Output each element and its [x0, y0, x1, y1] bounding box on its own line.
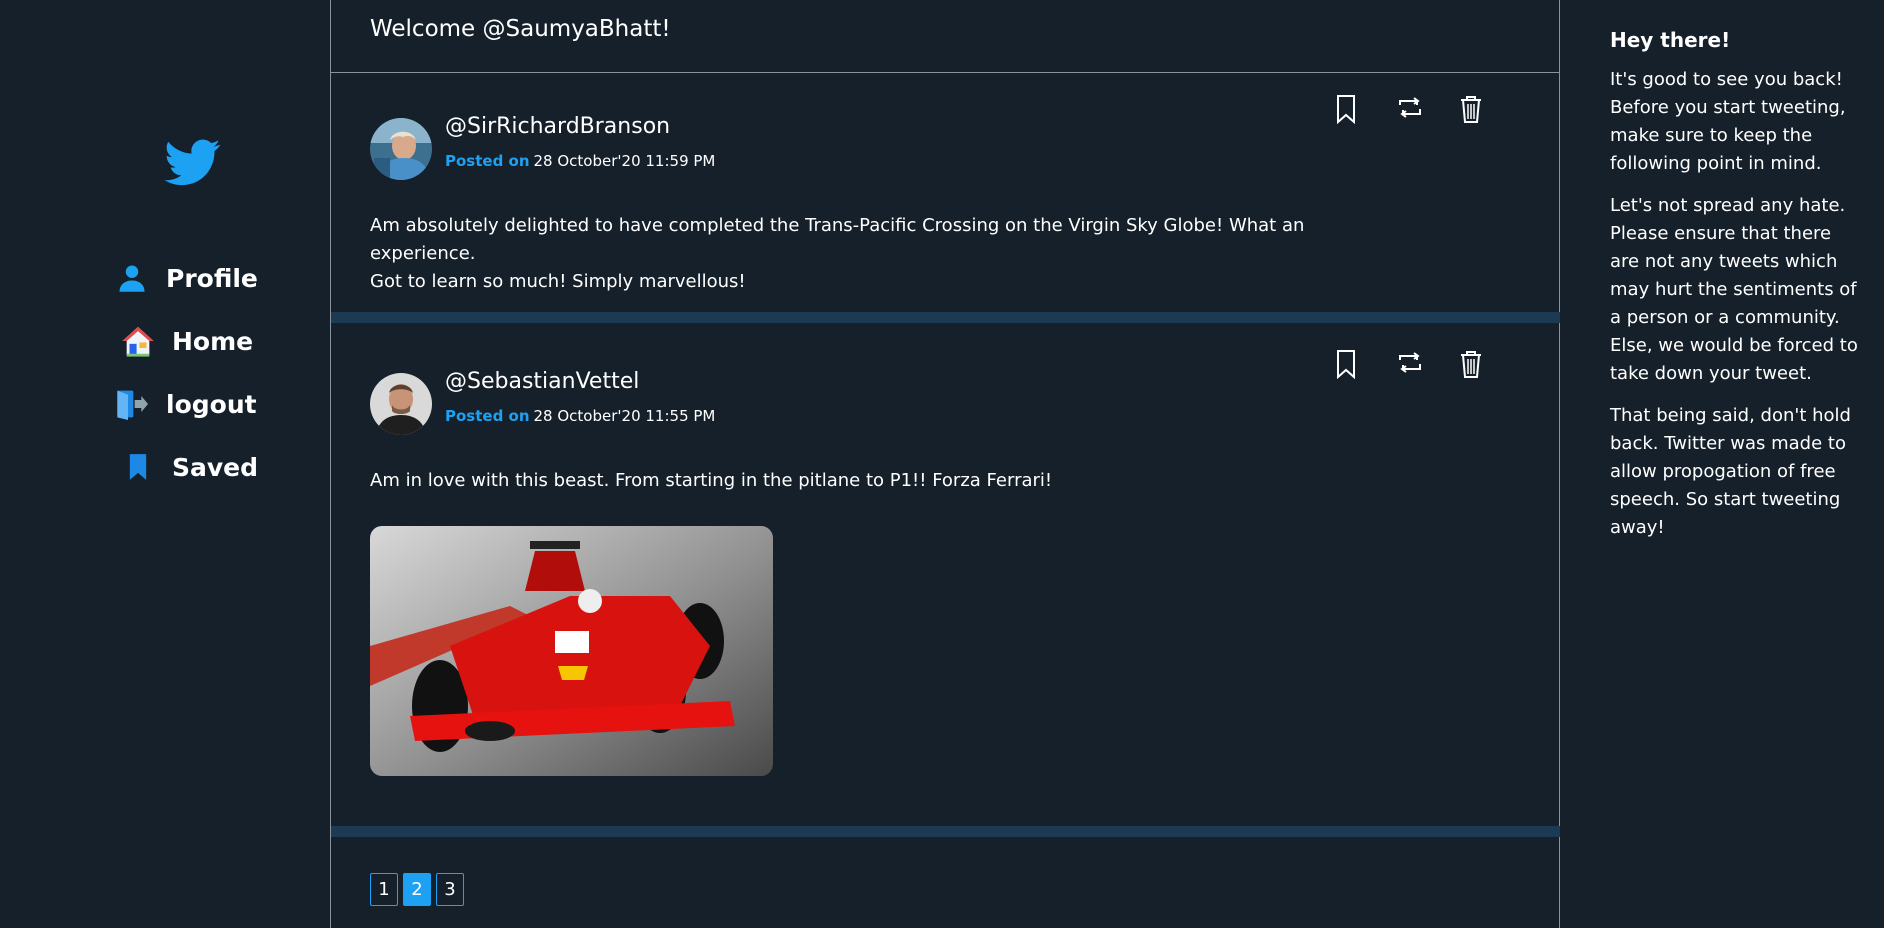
pagination: 1 2 3 — [370, 873, 464, 906]
right-panel-paragraph: It's good to see you back! Before you st… — [1610, 69, 1846, 174]
tweet-timestamp: Posted on 28 October'20 11:55 PM — [445, 407, 715, 425]
tweet-divider — [331, 826, 1560, 837]
tweet-timestamp: Posted on 28 October'20 11:59 PM — [445, 152, 715, 170]
tweet-divider — [331, 312, 1560, 323]
retweet-icon[interactable] — [1395, 351, 1425, 381]
app: Profile Home logout Saved Welcome @Saumy… — [0, 0, 1884, 928]
trash-icon[interactable] — [1459, 349, 1489, 379]
right-panel: Hey there! It's good to see you back! Be… — [1560, 0, 1884, 928]
left-sidebar: Profile Home logout Saved — [0, 0, 331, 928]
bookmark-icon[interactable] — [1334, 94, 1364, 125]
tweet-handle[interactable]: @SirRichardBranson — [445, 114, 670, 139]
nav-profile[interactable]: Profile — [114, 260, 258, 296]
posted-label: Posted on — [445, 407, 530, 425]
posted-date: 28 October'20 11:55 PM — [533, 407, 716, 425]
tweet-text-line: Am absolutely delighted to have complete… — [370, 215, 1305, 264]
nav-label: Saved — [172, 452, 259, 482]
tweet-handle[interactable]: @SebastianVettel — [445, 369, 639, 394]
nav-label: logout — [166, 389, 257, 419]
tweet-text-line: Am in love with this beast. From startin… — [370, 470, 1053, 491]
bookmark-icon — [120, 449, 156, 485]
avatar[interactable] — [370, 118, 432, 180]
tweet-text: Am absolutely delighted to have complete… — [370, 212, 1370, 296]
page-button-1[interactable]: 1 — [370, 873, 398, 906]
tweet-text: Am in love with this beast. From startin… — [370, 467, 1370, 495]
nav-home[interactable]: Home — [120, 323, 253, 359]
bookmark-icon[interactable] — [1334, 349, 1364, 380]
red-f1-car-image[interactable] — [370, 526, 773, 776]
door-exit-icon — [114, 386, 150, 422]
welcome-text: Welcome @SaumyaBhatt! — [370, 16, 671, 42]
person-icon — [114, 260, 150, 296]
nav-label: Home — [172, 326, 254, 356]
trash-icon[interactable] — [1459, 94, 1489, 124]
page-button-2[interactable]: 2 — [403, 873, 431, 906]
right-panel-title: Hey there! — [1610, 28, 1731, 52]
tweet-card: @SebastianVettel Posted on 28 October'20 … — [331, 328, 1560, 825]
right-panel-paragraph: Let's not spread any hate. Please ensure… — [1610, 195, 1858, 384]
house-icon — [120, 323, 156, 359]
main-feed: Welcome @SaumyaBhatt! @SirRichardBranson… — [331, 0, 1560, 928]
page-button-3[interactable]: 3 — [436, 873, 464, 906]
tweet-text-line: Got to learn so much! Simply marvellous! — [370, 271, 746, 292]
retweet-icon[interactable] — [1395, 96, 1425, 126]
right-panel-paragraph: That being said, don't hold back. Twitte… — [1610, 405, 1851, 538]
nav-logout[interactable]: logout — [114, 386, 257, 422]
avatar[interactable] — [370, 373, 432, 435]
nav-saved[interactable]: Saved — [120, 449, 258, 485]
posted-date: 28 October'20 11:59 PM — [533, 152, 716, 170]
twitter-bird-icon[interactable] — [162, 134, 224, 190]
tweet-card: @SirRichardBranson Posted on 28 October'2… — [331, 73, 1560, 311]
nav-label: Profile — [166, 263, 258, 293]
posted-label: Posted on — [445, 152, 530, 170]
